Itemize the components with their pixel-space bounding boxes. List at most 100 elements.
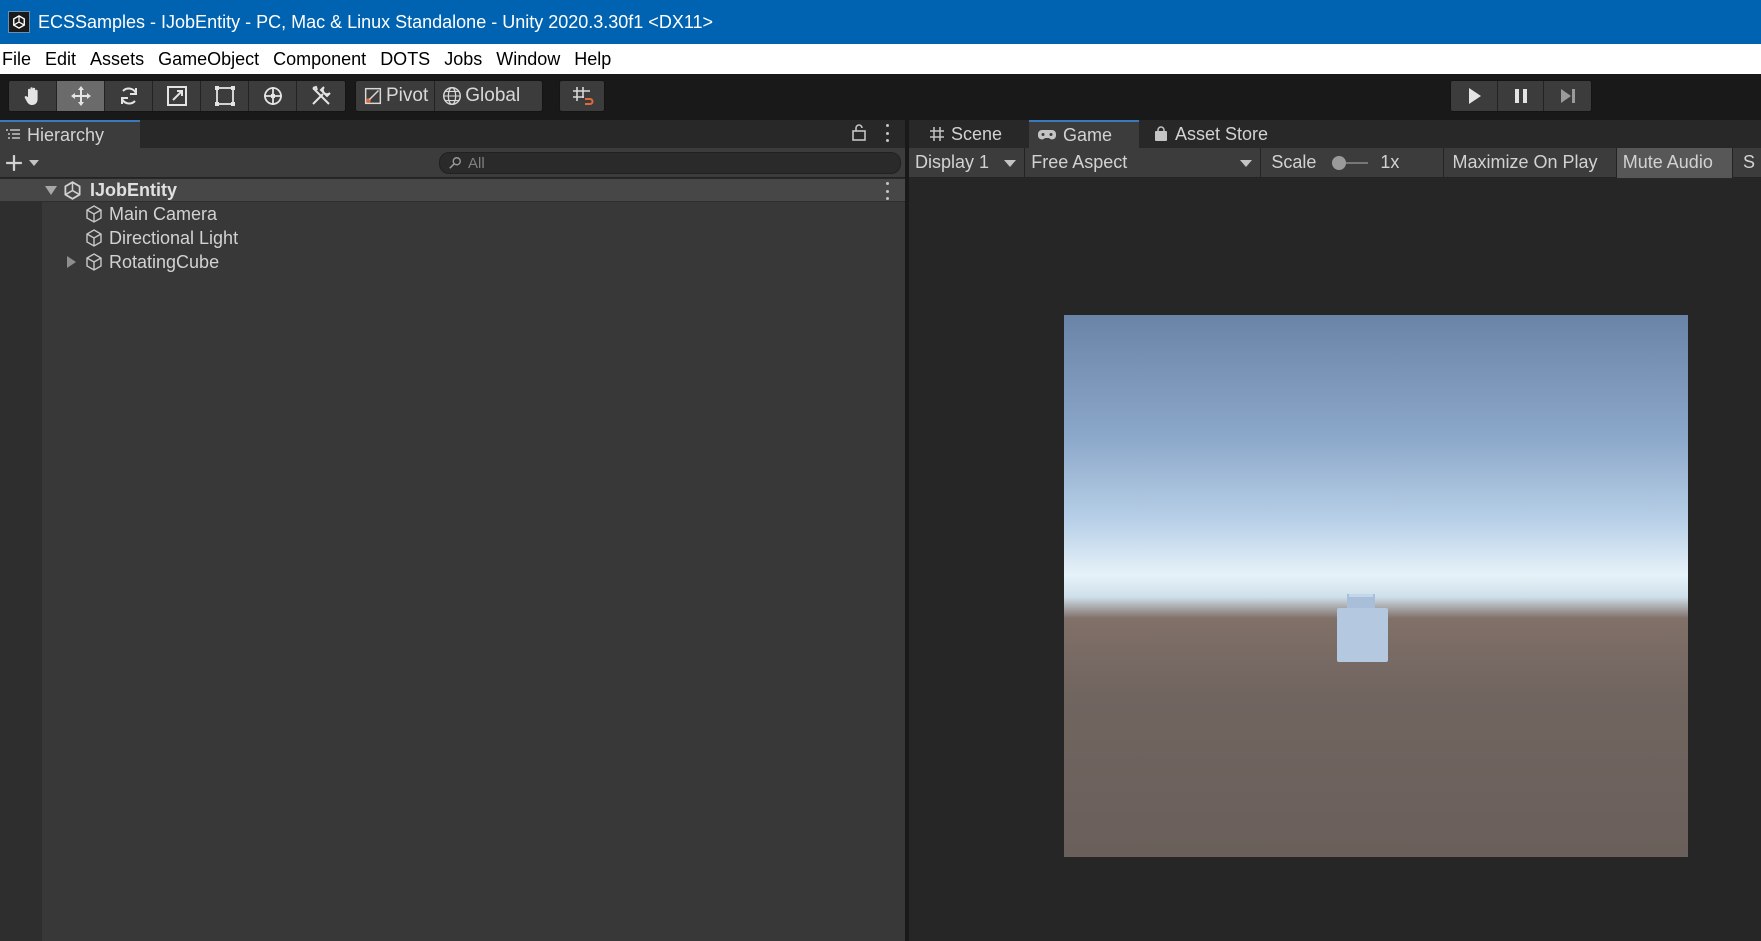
mute-audio-toggle[interactable]: Mute Audio xyxy=(1616,147,1733,178)
menu-gameobject[interactable]: GameObject xyxy=(151,44,266,74)
scale-slider-handle[interactable] xyxy=(1332,155,1347,170)
step-button[interactable] xyxy=(1544,81,1591,111)
hierarchy-tab-label: Hierarchy xyxy=(27,124,105,145)
hierarchy-gutter xyxy=(0,179,42,941)
list-icon xyxy=(6,129,20,139)
menu-component[interactable]: Component xyxy=(266,44,373,74)
scale-value: 1x xyxy=(1380,152,1400,172)
menu-jobs[interactable]: Jobs xyxy=(437,44,489,74)
grid-snap-button[interactable] xyxy=(560,81,604,111)
game-tab-label: Game xyxy=(1063,124,1113,145)
hand-tool-button[interactable] xyxy=(9,81,57,111)
aspect-value: Free Aspect xyxy=(1031,152,1128,172)
lock-icon[interactable] xyxy=(851,123,867,141)
object-name: Directional Light xyxy=(109,227,239,248)
game-view-toolbar: Display 1 Free Aspect Scale 1x Maximize … xyxy=(909,147,1761,178)
rotate-icon xyxy=(120,87,137,105)
list-item[interactable]: Main Camera xyxy=(84,202,217,226)
collapsed-arrow-icon[interactable] xyxy=(67,256,76,268)
menu-file[interactable]: File xyxy=(0,44,38,74)
aspect-dropdown[interactable]: Free Aspect xyxy=(1025,147,1262,178)
gameobject-cube-icon xyxy=(86,229,102,247)
globe-icon xyxy=(443,87,462,105)
asset-store-tab-label: Asset Store xyxy=(1175,123,1269,144)
maximize-on-play-label: Maximize On Play xyxy=(1452,152,1598,172)
global-toggle[interactable]: Global xyxy=(435,81,526,111)
hierarchy-tree: IJobEntity Main Camera Directional Light… xyxy=(0,179,905,941)
menu-assets[interactable]: Assets xyxy=(83,44,151,74)
display-dropdown[interactable]: Display 1 xyxy=(909,147,1026,178)
stats-toggle[interactable]: S xyxy=(1733,148,1761,178)
game-render-viewport[interactable] xyxy=(1064,315,1688,857)
chevron-down-icon xyxy=(1240,159,1253,167)
tools-icon xyxy=(312,85,331,105)
hash-icon xyxy=(930,127,944,141)
menu-edit[interactable]: Edit xyxy=(38,44,83,74)
scene-options-icon[interactable] xyxy=(884,182,890,200)
grid-snap-group xyxy=(559,80,605,112)
rotating-cube xyxy=(1337,608,1388,662)
play-icon xyxy=(1468,88,1481,104)
chevron-down-icon xyxy=(29,160,39,166)
list-item[interactable]: RotatingCube xyxy=(67,250,219,274)
plus-icon xyxy=(6,155,22,171)
global-label: Global xyxy=(465,85,521,106)
tab-scene[interactable]: Scene xyxy=(917,120,1027,148)
hand-icon xyxy=(24,87,38,105)
scale-label: Scale xyxy=(1271,152,1317,172)
scale-tool-button[interactable] xyxy=(153,81,201,111)
move-tool-button[interactable] xyxy=(57,81,105,111)
menu-help[interactable]: Help xyxy=(567,44,618,74)
pivot-toggle[interactable]: Pivot xyxy=(356,81,436,111)
pivot-label: Pivot xyxy=(386,85,429,106)
move-arrows-icon xyxy=(70,86,91,106)
rotating-cube-top-highlight xyxy=(1349,594,1373,597)
scene-header-row[interactable]: IJobEntity xyxy=(0,179,905,202)
mute-audio-label: Mute Audio xyxy=(1622,152,1713,172)
rect-transform-icon xyxy=(214,86,235,106)
transform-tools xyxy=(8,80,346,112)
scale-control: Scale 1x xyxy=(1261,147,1445,178)
hierarchy-search-input[interactable]: All xyxy=(439,152,901,174)
scale-icon xyxy=(166,86,187,106)
game-view[interactable] xyxy=(909,179,1761,941)
scene-name: IJobEntity xyxy=(90,180,178,200)
search-placeholder: All xyxy=(468,154,485,172)
scale-slider[interactable] xyxy=(1332,155,1369,170)
search-icon xyxy=(449,157,461,169)
pause-icon xyxy=(1514,89,1527,103)
maximize-on-play-toggle[interactable]: Maximize On Play xyxy=(1444,147,1617,178)
unity-scene-icon xyxy=(64,181,81,200)
rotate-tool-button[interactable] xyxy=(105,81,153,111)
pause-button[interactable] xyxy=(1497,81,1545,111)
play-button[interactable] xyxy=(1451,81,1498,111)
tab-hierarchy[interactable]: Hierarchy xyxy=(0,120,140,148)
hierarchy-options-icon[interactable] xyxy=(884,124,890,142)
playmode-controls xyxy=(1450,80,1592,112)
list-item[interactable]: Directional Light xyxy=(84,226,238,250)
hierarchy-toolbar: All xyxy=(0,148,905,178)
gameobject-cube-icon xyxy=(86,205,102,223)
window-title: ECSSamples - IJobEntity - PC, Mac & Linu… xyxy=(38,11,714,32)
step-icon xyxy=(1560,89,1575,103)
menu-window[interactable]: Window xyxy=(489,44,567,74)
shopping-bag-icon xyxy=(1155,126,1167,141)
rect-tool-button[interactable] xyxy=(201,81,249,111)
create-dropdown-button[interactable] xyxy=(5,152,45,174)
hierarchy-tab-bar: Hierarchy xyxy=(0,120,905,148)
chevron-down-icon xyxy=(1004,159,1017,167)
menu-bar: File Edit Assets GameObject Component DO… xyxy=(0,44,1761,74)
custom-tool-button[interactable] xyxy=(297,81,345,111)
expand-arrow-icon[interactable] xyxy=(45,186,57,195)
tab-game[interactable]: Game xyxy=(1029,120,1139,148)
gameobject-cube-icon xyxy=(86,253,102,271)
object-name: RotatingCube xyxy=(109,251,220,272)
stats-label-truncated: S xyxy=(1742,152,1755,172)
transform-gizmo-icon xyxy=(263,87,282,105)
menu-dots[interactable]: DOTS xyxy=(373,44,437,74)
tab-asset-store[interactable]: Asset Store xyxy=(1147,120,1307,148)
grid-snap-icon xyxy=(573,87,594,105)
main-toolbar: Pivot Global xyxy=(0,74,1761,120)
scene-tab-label: Scene xyxy=(951,123,1003,144)
transform-tool-button[interactable] xyxy=(249,81,297,111)
